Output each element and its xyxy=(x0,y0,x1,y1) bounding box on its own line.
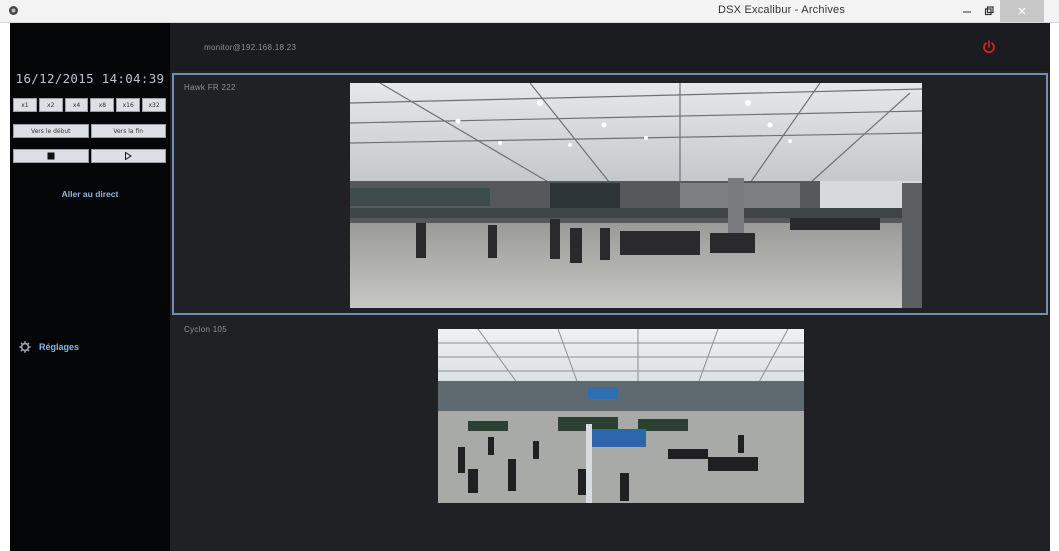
app-icon xyxy=(8,5,19,16)
restore-icon[interactable] xyxy=(982,0,996,22)
topbar: monitor@192.168.18.23 xyxy=(170,23,1050,71)
seek-buttons: Vers le début Vers la fin xyxy=(13,124,166,138)
go-to-end-button[interactable]: Vers la fin xyxy=(90,124,166,138)
speed-button-x16[interactable]: x16 xyxy=(116,98,141,112)
stop-button[interactable] xyxy=(13,149,89,163)
gear-icon xyxy=(19,341,31,353)
sidebar: 16/12/2015 14:04:39 x1 x2 x4 x8 x16 x32 … xyxy=(10,23,170,551)
app-window: 16/12/2015 14:04:39 x1 x2 x4 x8 x16 x32 … xyxy=(10,23,1050,551)
play-button[interactable] xyxy=(90,149,166,163)
camera-tile-1[interactable]: Hawk FR 222 xyxy=(172,73,1048,315)
go-live-link[interactable]: Aller au direct xyxy=(10,189,170,199)
settings-label: Réglages xyxy=(39,342,80,352)
play-icon xyxy=(125,152,133,160)
speed-buttons: x1 x2 x4 x8 x16 x32 xyxy=(13,98,166,112)
close-icon[interactable] xyxy=(1000,0,1044,22)
settings-button[interactable]: Réglages xyxy=(19,341,79,353)
camera-feed-1[interactable] xyxy=(350,83,922,308)
camera-label: Hawk FR 222 xyxy=(184,83,236,92)
speed-button-x32[interactable]: x32 xyxy=(142,98,166,112)
speed-button-x8[interactable]: x8 xyxy=(90,98,115,112)
camera-feed-2[interactable] xyxy=(438,329,804,503)
camera-label: Cyclon 105 xyxy=(184,325,228,334)
window-titlebar: DSX Excalibur - Archives xyxy=(0,0,1059,23)
logout-button[interactable] xyxy=(981,39,997,55)
speed-button-x1[interactable]: x1 xyxy=(13,98,37,112)
go-to-start-button[interactable]: Vers le début xyxy=(13,124,89,138)
speed-button-x2[interactable]: x2 xyxy=(38,98,63,112)
connected-user: monitor@192.168.18.23 xyxy=(204,43,297,52)
minimize-icon[interactable] xyxy=(960,0,974,22)
power-icon xyxy=(983,40,995,54)
camera-tile-2[interactable]: Cyclon 105 xyxy=(172,319,1048,551)
stop-icon xyxy=(47,152,55,160)
window-title: DSX Excalibur - Archives xyxy=(718,4,846,16)
playback-datetime: 16/12/2015 14:04:39 xyxy=(15,71,165,86)
speed-button-x4[interactable]: x4 xyxy=(64,98,89,112)
playback-controls xyxy=(13,149,166,163)
